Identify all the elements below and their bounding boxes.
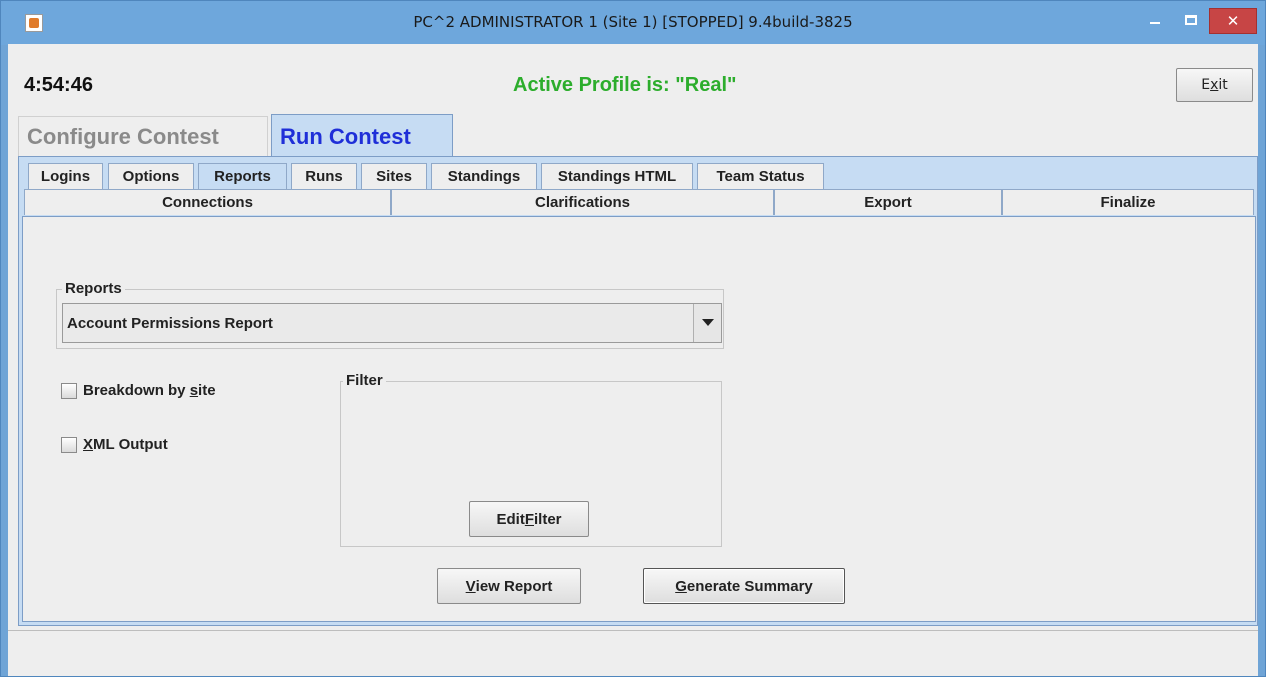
exit-button[interactable]: Ex it (1176, 68, 1253, 102)
generate-summary-label-post: enerate Summary (686, 577, 813, 595)
breakdown-by-site-checkbox[interactable] (61, 383, 77, 399)
title-bar[interactable]: PC^2 ADMINISTRATOR 1 (Site 1) [STOPPED] … (1, 1, 1265, 45)
xml-label-mnemonic: X (83, 436, 94, 453)
exit-label-pre: E (1201, 77, 1211, 93)
xml-label-post: ML Output (93, 436, 168, 453)
clock-display: 4:54:46 (24, 74, 93, 96)
report-select-dropdown-button[interactable] (693, 304, 721, 342)
tab-finalize[interactable]: Finalize (1002, 189, 1254, 215)
xml-output-checkbox[interactable] (61, 437, 77, 453)
edit-filter-label-post: ilter (534, 510, 562, 528)
tab-export[interactable]: Export (774, 189, 1002, 215)
window-title: PC^2 ADMINISTRATOR 1 (Site 1) [STOPPED] … (413, 13, 853, 31)
view-report-label-post: iew Report (475, 577, 553, 595)
filter-group-title: Filter (343, 372, 386, 389)
tab-reports[interactable]: Reports (198, 163, 287, 189)
tab-logins[interactable]: Logins (28, 163, 103, 189)
breakdown-label-mnemonic: s (189, 382, 199, 399)
xml-output-label[interactable]: XML Output (83, 436, 168, 453)
generate-summary-button[interactable]: Generate Summary (643, 568, 845, 604)
minimize-button[interactable] (1141, 8, 1169, 34)
tab-connections[interactable]: Connections (24, 189, 391, 215)
exit-label-post: it (1218, 77, 1228, 93)
tab-configure-contest[interactable]: Configure Contest (18, 116, 268, 156)
tab-run-contest[interactable]: Run Contest (271, 114, 453, 158)
report-select[interactable]: Account Permissions Report (62, 303, 722, 343)
edit-filter-button[interactable]: Edit Filter (469, 501, 589, 537)
generate-summary-label-mnemonic: G (675, 577, 687, 595)
tab-team-status[interactable]: Team Status (697, 163, 824, 189)
status-bar (8, 630, 1258, 676)
report-select-value: Account Permissions Report (67, 315, 273, 332)
exit-label-mnemonic: x (1210, 77, 1219, 93)
maximize-button[interactable] (1177, 8, 1205, 34)
reports-group-title: Reports (62, 280, 125, 297)
maximize-icon (1185, 15, 1197, 25)
tab-clarifications[interactable]: Clarifications (391, 189, 774, 215)
breakdown-label-post: ite (198, 382, 216, 399)
view-report-button[interactable]: View Report (437, 568, 581, 604)
chevron-down-icon (702, 319, 714, 326)
active-profile-label: Active Profile is: "Real" (513, 74, 737, 96)
tab-standings[interactable]: Standings (431, 163, 537, 189)
tab-sites[interactable]: Sites (361, 163, 427, 189)
edit-filter-label-pre: Edit (496, 510, 525, 528)
minimize-icon (1150, 22, 1160, 24)
tab-standings-html[interactable]: Standings HTML (541, 163, 693, 189)
close-icon: ✕ (1226, 12, 1240, 30)
tab-runs[interactable]: Runs (291, 163, 357, 189)
view-report-label-mnemonic: V (465, 577, 476, 595)
close-button[interactable]: ✕ (1209, 8, 1257, 34)
breakdown-label-pre: Breakdown by (83, 382, 190, 399)
edit-filter-label-mnemonic: F (524, 510, 534, 528)
tab-options[interactable]: Options (108, 163, 194, 189)
breakdown-by-site-label[interactable]: Breakdown by site (83, 382, 216, 399)
